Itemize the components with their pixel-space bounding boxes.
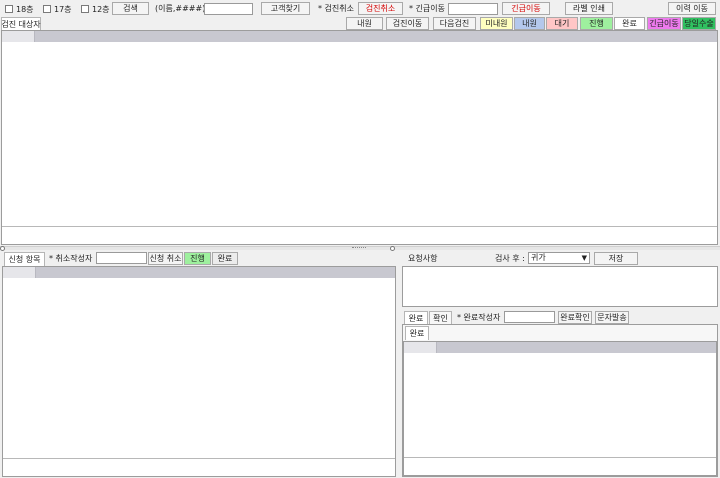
grid-header <box>36 267 395 278</box>
find-customer-button[interactable]: 고객찾기 <box>261 2 310 15</box>
grid-header <box>437 342 716 353</box>
floor-17-label: 17층 <box>54 5 72 14</box>
request-notes-textarea[interactable] <box>402 266 718 307</box>
next-exam-button[interactable]: 다음검진 <box>433 17 476 30</box>
tab-completed[interactable]: 완료 <box>404 311 428 325</box>
floor-18-checkbox[interactable] <box>5 5 13 13</box>
emergency-section-label: * 긴급이동 <box>409 4 445 13</box>
exam-move-button[interactable]: 검진이동 <box>386 17 429 30</box>
after-exam-value: 귀가 <box>531 253 546 262</box>
status-not-arrived: 미내원 <box>480 17 513 30</box>
completion-grid[interactable] <box>403 341 717 476</box>
tab-confirm[interactable]: 확인 <box>429 311 452 325</box>
status-emergency: 긴급이동 <box>647 17 681 30</box>
arrive-button[interactable]: 내원 <box>346 17 383 30</box>
status-progress-indicator: 진행 <box>184 252 211 265</box>
completion-panel: 완료 <box>402 324 718 477</box>
cancel-section-label: * 검진취소 <box>318 4 354 13</box>
grid-header <box>35 31 717 42</box>
emergency-input[interactable] <box>448 3 498 15</box>
chevron-down-icon: ▼ <box>581 254 587 262</box>
splitter-grip-icon <box>352 247 366 249</box>
history-move-button[interactable]: 이력 이동 <box>668 2 716 15</box>
cancel-writer-label: * 취소작성자 <box>49 254 93 263</box>
requested-items-grid[interactable] <box>2 266 396 477</box>
tab-completion-inner[interactable]: 완료 <box>405 326 429 340</box>
save-button[interactable]: 저장 <box>594 252 638 265</box>
search-input[interactable] <box>204 3 253 15</box>
grid-corner <box>2 31 35 42</box>
status-arrived: 내원 <box>514 17 545 30</box>
status-same-day-surgery: 당일수술 <box>682 17 716 30</box>
search-button[interactable]: 검색 <box>112 2 149 15</box>
exam-subjects-grid[interactable] <box>1 30 718 245</box>
floor-12-checkbox[interactable] <box>81 5 89 13</box>
grid-footer <box>404 457 716 475</box>
completion-writer-input[interactable] <box>504 311 555 323</box>
cancel-request-button[interactable]: 신청 취소 <box>148 252 183 265</box>
emergency-move-button[interactable]: 긴급이동 <box>502 2 550 15</box>
after-exam-select[interactable]: 귀가 ▼ <box>528 252 590 264</box>
label-print-button[interactable]: 라벨 인쇄 <box>565 2 613 15</box>
grid-corner <box>3 267 36 278</box>
collapse-right-icon[interactable] <box>390 246 395 251</box>
status-in-progress: 진행 <box>580 17 613 30</box>
tab-exam-subjects[interactable]: 검진 대상자 <box>1 17 41 31</box>
floor-12-label: 12층 <box>92 5 110 14</box>
grid-footer <box>3 458 395 476</box>
search-hint: (이름,####) <box>155 4 206 13</box>
floor-18-label: 18층 <box>16 5 34 14</box>
send-sms-button[interactable]: 문자발송 <box>595 311 629 324</box>
completion-writer-label: * 완료작성자 <box>457 313 501 322</box>
collapse-left-icon[interactable] <box>0 246 5 251</box>
splitter-handle[interactable] <box>0 246 720 251</box>
status-done: 완료 <box>614 17 645 30</box>
cancel-writer-input[interactable] <box>96 252 147 264</box>
tab-requested-items[interactable]: 신청 항목 <box>4 252 45 266</box>
status-done-indicator: 완료 <box>212 252 238 265</box>
floor-17-checkbox[interactable] <box>43 5 51 13</box>
cancel-exam-button[interactable]: 검진취소 <box>358 2 403 15</box>
completion-confirm-button[interactable]: 완료확인 <box>558 311 592 324</box>
after-exam-label: 검사 후 : <box>495 254 525 263</box>
request-notes-label: 요청사항 <box>408 254 438 263</box>
grid-footer <box>2 226 717 244</box>
status-waiting: 대기 <box>546 17 578 30</box>
grid-corner <box>404 342 437 353</box>
